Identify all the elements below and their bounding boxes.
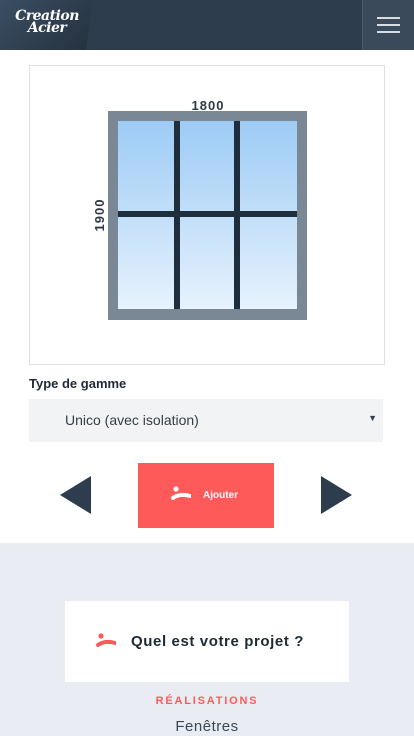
transom — [118, 211, 297, 217]
project-card-label: Quel est votre projet ? — [131, 633, 304, 650]
hamburger-icon-bar-1 — [377, 17, 400, 19]
add-icon — [171, 486, 191, 500]
add-button-label: Ajouter — [203, 490, 238, 501]
lower-section: Quel est votre projet ? RÉALISATIONS Fen… — [0, 543, 414, 736]
window-configurator: 1800 1900 — [29, 65, 385, 365]
project-card[interactable]: Quel est votre projet ? — [65, 601, 349, 682]
range-label: Type de gamme — [29, 376, 127, 391]
fenetres-link[interactable]: Fenêtres — [0, 718, 414, 735]
menu-button[interactable] — [362, 0, 414, 50]
next-button[interactable] — [320, 476, 352, 519]
project-icon — [96, 633, 116, 647]
hamburger-icon-bar-3 — [377, 31, 400, 33]
previous-button[interactable] — [60, 476, 92, 519]
hamburger-icon-bar-2 — [377, 24, 400, 26]
triangle-left-icon — [60, 476, 91, 514]
triangle-right-icon — [321, 476, 352, 514]
width-dimension: 1800 — [192, 98, 225, 113]
add-button[interactable]: Ajouter — [138, 463, 274, 528]
height-dimension: 1900 — [92, 199, 107, 232]
range-select[interactable]: Unico (avec isolation) ▼ — [29, 399, 383, 442]
logo[interactable]: Creation Acier — [0, 0, 93, 50]
window-drawing: 1800 1900 — [92, 98, 307, 320]
realisations-title: RÉALISATIONS — [155, 695, 259, 707]
app-header: Creation Acier — [0, 0, 414, 50]
dropdown-arrow-icon: ▼ — [368, 413, 377, 423]
range-select-value: Unico (avec isolation) — [65, 412, 199, 428]
logo-text: Creation Acier — [12, 9, 82, 35]
